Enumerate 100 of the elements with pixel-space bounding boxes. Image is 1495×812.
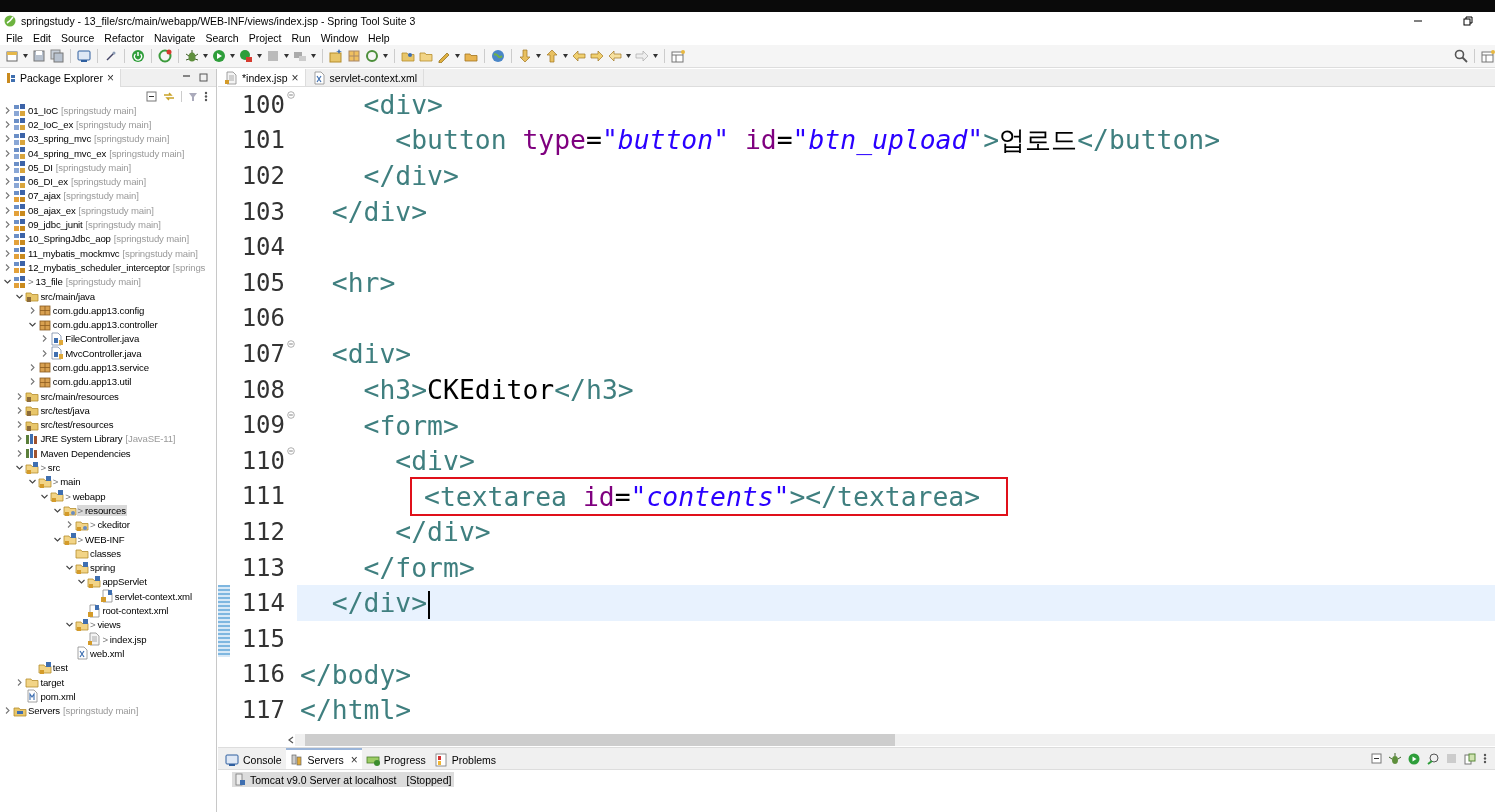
- panel-tab[interactable]: Problems: [429, 748, 501, 769]
- chevron-down-icon[interactable]: [16, 464, 24, 472]
- fold-icon[interactable]: [287, 411, 295, 420]
- caret-icon[interactable]: [203, 54, 208, 58]
- scroll-left-icon[interactable]: [287, 736, 295, 744]
- tree-item[interactable]: > 13_file [springstudy main]: [27, 276, 142, 288]
- run-config-icon[interactable]: [239, 49, 253, 63]
- fold-icon[interactable]: [287, 91, 295, 99]
- chevron-right-icon[interactable]: [4, 221, 11, 228]
- tree-item[interactable]: test: [51, 662, 69, 674]
- menu-item[interactable]: Run: [286, 31, 316, 44]
- menu-item[interactable]: Navigate: [149, 31, 201, 44]
- chevron-right-icon[interactable]: [16, 449, 24, 457]
- tree-item[interactable]: 07_ajax [springstudy main]: [27, 190, 140, 202]
- tree-item[interactable]: > resources: [76, 504, 127, 516]
- chevron-right-icon[interactable]: [4, 163, 11, 171]
- tree-item[interactable]: Servers [springstudy main]: [27, 705, 140, 717]
- bug-icon[interactable]: [185, 49, 199, 63]
- tree-item[interactable]: Maven Dependencies: [39, 447, 132, 459]
- caret-icon[interactable]: [311, 54, 316, 58]
- maximize-icon[interactable]: [199, 73, 208, 82]
- caret-icon[interactable]: [230, 54, 235, 58]
- tree-item[interactable]: com.gdu.app13.util: [51, 376, 133, 388]
- chevron-right-icon[interactable]: [16, 435, 24, 443]
- tree-item[interactable]: FileController.java: [64, 333, 141, 345]
- close-button[interactable]: ×: [350, 753, 358, 766]
- menu-item[interactable]: Search: [200, 31, 244, 44]
- tree-item[interactable]: 12_mybatis_scheduler_interceptor [springs: [27, 261, 207, 273]
- tree-item[interactable]: > main: [51, 476, 82, 488]
- collapse-all-icon[interactable]: [146, 90, 157, 102]
- tree-item[interactable]: servlet-context.xml: [113, 590, 193, 602]
- refresh-icon[interactable]: [158, 49, 172, 63]
- link-icon[interactable]: [163, 90, 175, 102]
- chevron-down-icon[interactable]: [28, 321, 36, 329]
- panel-tab[interactable]: Servers ×: [285, 748, 362, 769]
- tree-item[interactable]: > ckeditor: [89, 519, 131, 531]
- tree-item[interactable]: src/main/java: [39, 290, 96, 302]
- tree-item[interactable]: 01_IoC [springstudy main]: [27, 104, 138, 116]
- tree-item[interactable]: > src: [39, 462, 62, 474]
- tree-item[interactable]: MvcController.java: [64, 347, 143, 359]
- chevron-right-icon[interactable]: [41, 335, 49, 343]
- chevron-right-icon[interactable]: [28, 378, 36, 386]
- tree-item[interactable]: 08_ajax_ex [springstudy main]: [27, 204, 155, 216]
- tree-item[interactable]: 10_SpringJdbc_aop [springstudy main]: [27, 233, 190, 245]
- chevron-right-icon[interactable]: [4, 120, 11, 128]
- menu-item[interactable]: File: [1, 31, 28, 44]
- run-icon[interactable]: [1408, 752, 1420, 765]
- close-button[interactable]: ×: [106, 71, 114, 84]
- scrollbar-thumb[interactable]: [305, 734, 895, 746]
- menu-item[interactable]: Edit: [27, 31, 56, 44]
- chevron-right-icon[interactable]: [66, 521, 73, 529]
- chevron-right-icon[interactable]: [16, 406, 24, 414]
- forward-icon[interactable]: [590, 49, 604, 63]
- profile-icon[interactable]: [1427, 752, 1439, 765]
- tree-item[interactable]: > WEB-INF: [76, 533, 126, 545]
- tree-item[interactable]: > views: [89, 619, 122, 631]
- tree-item[interactable]: root-context.xml: [101, 605, 170, 617]
- tree-item[interactable]: com.gdu.app13.config: [51, 304, 146, 316]
- tree-item[interactable]: com.gdu.app13.service: [51, 362, 150, 373]
- menu-item[interactable]: Help: [363, 31, 395, 44]
- tree-item[interactable]: classes: [89, 547, 122, 559]
- chevron-down-icon[interactable]: [78, 578, 86, 586]
- chevron-right-icon[interactable]: [4, 235, 11, 243]
- monitor-icon[interactable]: [77, 49, 91, 63]
- menu-item[interactable]: Source: [56, 31, 100, 44]
- chevron-down-icon[interactable]: [66, 621, 73, 629]
- editor-tab[interactable]: servlet-context.xml: [305, 69, 425, 86]
- chevron-down-icon[interactable]: [53, 506, 61, 514]
- power-icon[interactable]: [131, 49, 145, 63]
- tree-item[interactable]: 04_spring_mvc_ex [springstudy main]: [27, 147, 186, 159]
- chevron-right-icon[interactable]: [4, 707, 11, 715]
- tree-item[interactable]: src/main/resources: [39, 390, 120, 402]
- chevron-down-icon[interactable]: [4, 278, 11, 286]
- bug-icon[interactable]: [1389, 752, 1401, 765]
- more-icon[interactable]: [1483, 753, 1487, 764]
- menu-item[interactable]: Refactor: [99, 31, 149, 44]
- perspective-icon[interactable]: [1481, 49, 1495, 63]
- chevron-right-icon[interactable]: [28, 364, 36, 371]
- tree-item[interactable]: > webapp: [64, 490, 107, 502]
- close-button[interactable]: ×: [291, 71, 299, 84]
- tree-item[interactable]: 05_DI [springstudy main]: [27, 161, 132, 173]
- perspective-icon[interactable]: [671, 49, 685, 63]
- caret-icon[interactable]: [563, 54, 568, 58]
- chevron-down-icon[interactable]: [53, 535, 61, 543]
- new-project-icon[interactable]: [329, 49, 343, 63]
- tree-item[interactable]: target: [39, 676, 66, 688]
- tree-item[interactable]: 02_IoC_ex [springstudy main]: [27, 118, 153, 130]
- chevron-down-icon[interactable]: [16, 292, 24, 300]
- grid-icon[interactable]: [347, 49, 361, 63]
- chevron-down-icon[interactable]: [28, 478, 36, 486]
- caret-icon[interactable]: [284, 54, 289, 58]
- open-folder-icon[interactable]: [401, 49, 415, 63]
- tree-item[interactable]: 03_spring_mvc [springstudy main]: [27, 133, 171, 145]
- refresh-icon[interactable]: [365, 49, 379, 63]
- chevron-right-icon[interactable]: [28, 306, 36, 314]
- chevron-right-icon[interactable]: [4, 263, 11, 271]
- search-icon[interactable]: [1454, 49, 1468, 63]
- open-folder-icon[interactable]: [419, 49, 433, 63]
- chevron-right-icon[interactable]: [16, 678, 24, 686]
- tree-item[interactable]: com.gdu.app13.controller: [51, 319, 159, 331]
